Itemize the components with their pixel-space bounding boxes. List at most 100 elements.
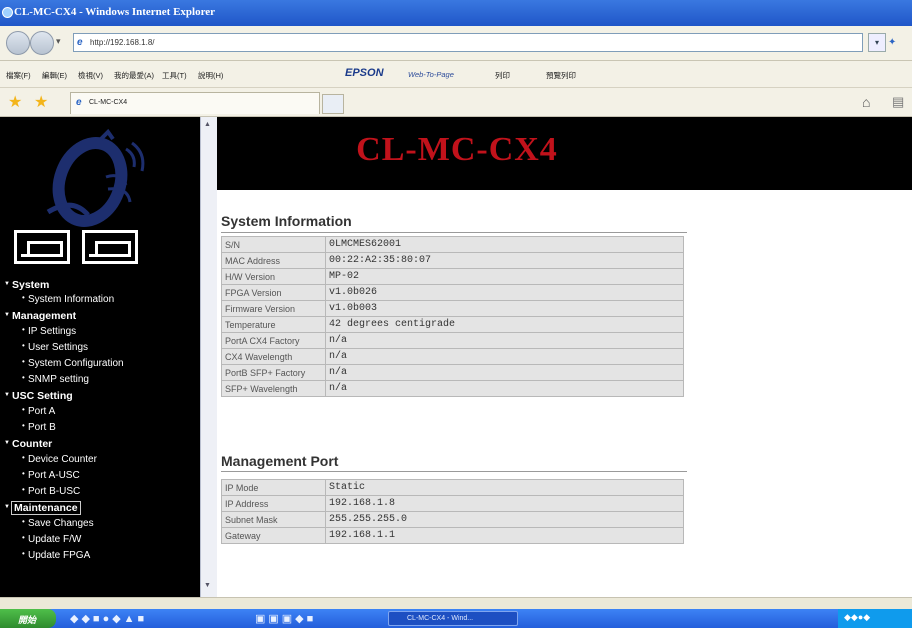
taskbar-window-button[interactable]: CL-MC-CX4 - Wind... <box>388 611 518 626</box>
sidebar: System System Information Management IP … <box>0 117 200 597</box>
nav-device-counter[interactable]: Device Counter <box>22 453 97 465</box>
menu-help[interactable]: 說明(H) <box>198 70 223 81</box>
header-banner: CL-MC-CX4 <box>217 117 912 190</box>
row-value: 255.255.255.0 <box>325 511 684 528</box>
nav-section-usc-setting[interactable]: USC Setting <box>4 390 73 402</box>
nav-port-a-usc[interactable]: Port A-USC <box>22 469 80 481</box>
page-icon: e <box>77 37 83 48</box>
row-value: MP-02 <box>325 268 684 285</box>
table-row: SFP+ Wavelength n/a <box>221 380 684 397</box>
nav-section-maintenance[interactable]: Maintenance <box>4 501 81 515</box>
management-port-table: IP Mode Static IP Address 192.168.1.8 Subn… <box>221 479 684 544</box>
refresh-button[interactable]: ▾ <box>868 33 886 52</box>
print-preview-button[interactable]: 預覽列印 <box>546 70 576 81</box>
menu-file[interactable]: 檔案(F) <box>6 70 31 81</box>
menu-view[interactable]: 檢視(V) <box>78 70 103 81</box>
add-favorite-icon[interactable]: ★ <box>34 92 48 112</box>
window-title: CL-MC-CX4 - Windows Internet Explorer <box>14 6 216 18</box>
scroll-up-icon[interactable]: ▲ <box>204 121 211 128</box>
table-row: S/N 0LMCMES62001 <box>221 236 684 253</box>
nav-section-management[interactable]: Management <box>4 310 76 322</box>
nav-section-system[interactable]: System <box>4 279 49 291</box>
favorites-star-icon[interactable]: ★ <box>8 92 22 112</box>
forward-button[interactable] <box>30 31 54 55</box>
nav-user-settings[interactable]: User Settings <box>22 341 88 353</box>
nav-port-a[interactable]: Port A <box>22 405 55 417</box>
tab-label: CL-MC-CX4 <box>89 99 128 106</box>
port-a-icon <box>14 230 70 264</box>
nav-port-b-usc[interactable]: Port B-USC <box>22 485 80 497</box>
table-row: Temperature 42 degrees centigrade <box>221 316 684 333</box>
banner-title: CL-MC-CX4 <box>356 131 558 168</box>
new-tab-button[interactable] <box>322 94 344 114</box>
row-value: 00:22:A2:35:80:07 <box>325 252 684 269</box>
nav-section-counter[interactable]: Counter <box>4 438 52 450</box>
divider <box>221 232 687 233</box>
table-row: PortB SFP+ Factory n/a <box>221 364 684 381</box>
address-bar[interactable]: e http://192.168.1.8/ <box>73 33 863 52</box>
tab-cl-mc-cx4[interactable]: e CL-MC-CX4 <box>70 92 320 114</box>
table-row: IP Address 192.168.1.8 <box>221 495 684 512</box>
row-label: PortB SFP+ Factory <box>221 364 326 381</box>
scroll-down-icon[interactable]: ▼ <box>204 582 211 589</box>
row-value: Static <box>325 479 684 496</box>
taskbar: 開始 ◆◆■●◆▲■ ▣▣▣◆■ CL-MC-CX4 - Wind... ◆◆●… <box>0 609 912 628</box>
row-label: Gateway <box>221 527 326 544</box>
start-button[interactable]: 開始 <box>0 609 56 628</box>
nav-update-fpga[interactable]: Update FPGA <box>22 549 90 561</box>
quick-launch-icons[interactable]: ◆◆■●◆▲■ <box>70 612 147 625</box>
nav-port-b[interactable]: Port B <box>22 421 56 433</box>
tab-page-icon: e <box>76 97 82 108</box>
row-value: 192.168.1.8 <box>325 495 684 512</box>
home-icon[interactable]: ⌂ <box>862 94 870 110</box>
sidebar-scrollbar[interactable]: ▲ ▼ <box>200 117 217 597</box>
table-row: Subnet Mask 255.255.255.0 <box>221 511 684 528</box>
table-row: PortA CX4 Factory n/a <box>221 332 684 349</box>
quick-launch-icons-2[interactable]: ▣▣▣◆■ <box>255 612 316 625</box>
menu-tools[interactable]: 工具(T) <box>162 70 187 81</box>
nav-system-configuration[interactable]: System Configuration <box>22 357 124 369</box>
row-label: IP Address <box>221 495 326 512</box>
row-value: 0LMCMES62001 <box>325 236 684 253</box>
nav-save-changes[interactable]: Save Changes <box>22 517 94 529</box>
nav-snmp-setting[interactable]: SNMP setting <box>22 373 89 385</box>
print-button[interactable]: 列印 <box>495 70 510 81</box>
row-value: n/a <box>325 380 684 397</box>
search-icon[interactable]: ✦ <box>888 33 912 52</box>
menu-edit[interactable]: 編輯(E) <box>42 70 67 81</box>
row-label: MAC Address <box>221 252 326 269</box>
epson-logo: EPSON <box>345 67 384 79</box>
row-label: CX4 Wavelength <box>221 348 326 365</box>
row-value: n/a <box>325 332 684 349</box>
port-b-icon <box>82 230 138 264</box>
row-value: 42 degrees centigrade <box>325 316 684 333</box>
menu-favorites[interactable]: 我的最愛(A) <box>114 70 154 81</box>
table-row: Firmware Version v1.0b003 <box>221 300 684 317</box>
system-information-table: S/N 0LMCMES62001 MAC Address 00:22:A2:35:8… <box>221 236 684 397</box>
feeds-icon[interactable]: ▤ <box>892 94 904 110</box>
nav-update-fw[interactable]: Update F/W <box>22 533 81 545</box>
row-value: n/a <box>325 348 684 365</box>
row-value: n/a <box>325 364 684 381</box>
row-label: SFP+ Wavelength <box>221 380 326 397</box>
clink-care-logo <box>46 128 145 227</box>
window-title-bar: CL-MC-CX4 - Windows Internet Explorer <box>0 0 912 26</box>
row-value: 192.168.1.1 <box>325 527 684 544</box>
back-button[interactable] <box>6 31 30 55</box>
management-port-title: Management Port <box>221 453 339 469</box>
web-to-page-button[interactable]: Web-To-Page <box>408 70 454 79</box>
nav-system-information[interactable]: System Information <box>22 293 114 305</box>
ie-logo-icon <box>2 7 13 18</box>
history-dropdown-icon[interactable]: ▾ <box>56 36 61 47</box>
row-label: Subnet Mask <box>221 511 326 528</box>
row-label: Temperature <box>221 316 326 333</box>
system-information-title: System Information <box>221 213 352 229</box>
table-row: Gateway 192.168.1.1 <box>221 527 684 544</box>
nav-ip-settings[interactable]: IP Settings <box>22 325 76 337</box>
address-toolbar: ▾ e http://192.168.1.8/ ▾ ✦ <box>0 26 912 61</box>
menu-bar: 檔案(F) 編輯(E) 檢視(V) 我的最愛(A) 工具(T) 說明(H) EP… <box>0 61 912 88</box>
tab-bar: ★ ★ e CL-MC-CX4 ⌂ ▤ <box>0 88 912 117</box>
row-value: v1.0b003 <box>325 300 684 317</box>
row-label: Firmware Version <box>221 300 326 317</box>
divider <box>221 471 687 472</box>
